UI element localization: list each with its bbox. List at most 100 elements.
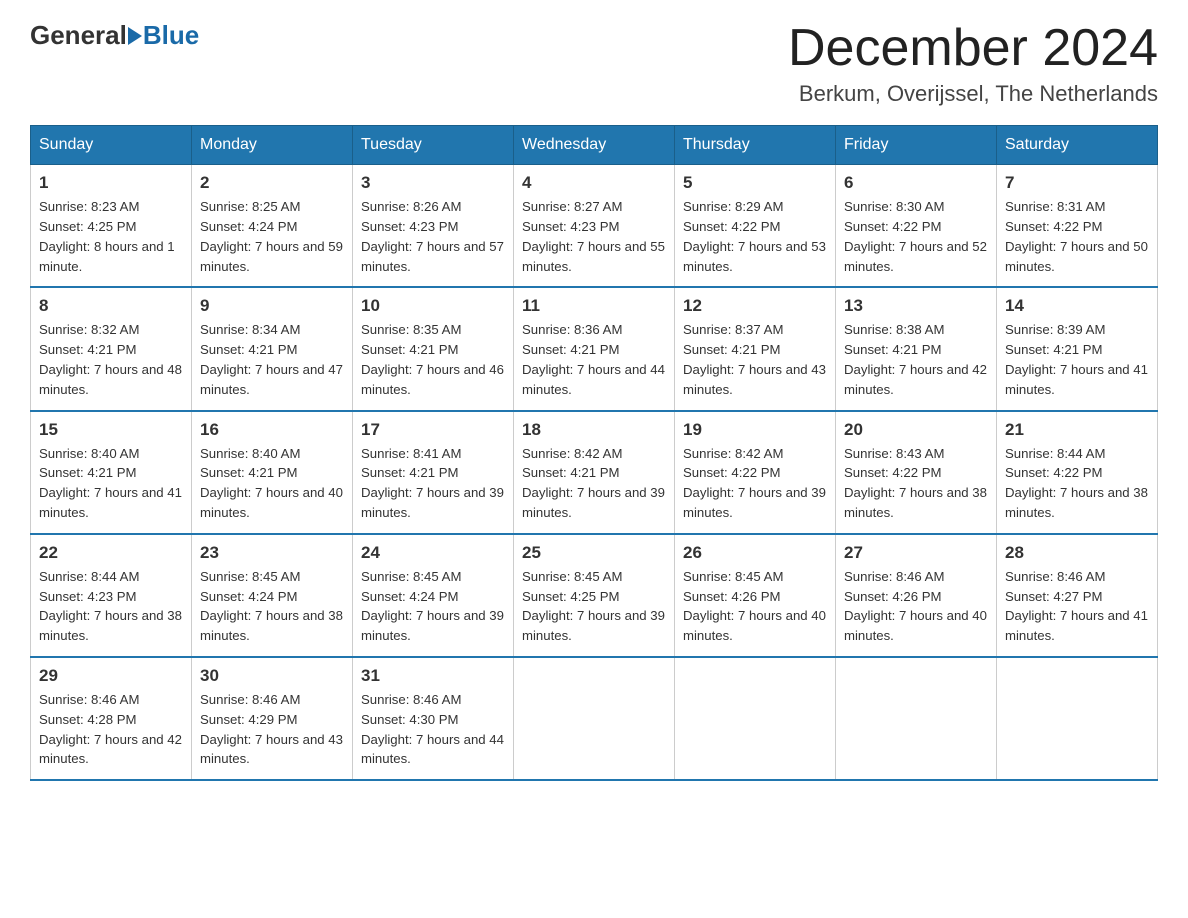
calendar-week-row: 29 Sunrise: 8:46 AMSunset: 4:28 PMDaylig… <box>31 657 1158 780</box>
day-number: 28 <box>1005 543 1149 563</box>
day-detail: Sunrise: 8:41 AMSunset: 4:21 PMDaylight:… <box>361 446 504 520</box>
day-number: 22 <box>39 543 183 563</box>
calendar-cell <box>675 657 836 780</box>
month-title: December 2024 <box>788 20 1158 77</box>
day-number: 8 <box>39 296 183 316</box>
day-detail: Sunrise: 8:45 AMSunset: 4:26 PMDaylight:… <box>683 569 826 643</box>
calendar-cell: 27 Sunrise: 8:46 AMSunset: 4:26 PMDaylig… <box>836 534 997 657</box>
day-detail: Sunrise: 8:46 AMSunset: 4:26 PMDaylight:… <box>844 569 987 643</box>
day-number: 5 <box>683 173 827 193</box>
day-detail: Sunrise: 8:45 AMSunset: 4:25 PMDaylight:… <box>522 569 665 643</box>
day-detail: Sunrise: 8:40 AMSunset: 4:21 PMDaylight:… <box>200 446 343 520</box>
calendar-cell: 13 Sunrise: 8:38 AMSunset: 4:21 PMDaylig… <box>836 287 997 410</box>
day-detail: Sunrise: 8:27 AMSunset: 4:23 PMDaylight:… <box>522 199 665 273</box>
page-header: General Blue December 2024 Berkum, Overi… <box>30 20 1158 107</box>
calendar-cell: 22 Sunrise: 8:44 AMSunset: 4:23 PMDaylig… <box>31 534 192 657</box>
day-number: 4 <box>522 173 666 193</box>
day-number: 25 <box>522 543 666 563</box>
calendar-cell: 12 Sunrise: 8:37 AMSunset: 4:21 PMDaylig… <box>675 287 836 410</box>
day-detail: Sunrise: 8:46 AMSunset: 4:30 PMDaylight:… <box>361 692 504 766</box>
day-number: 3 <box>361 173 505 193</box>
column-header-thursday: Thursday <box>675 126 836 165</box>
calendar-week-row: 15 Sunrise: 8:40 AMSunset: 4:21 PMDaylig… <box>31 411 1158 534</box>
day-number: 9 <box>200 296 344 316</box>
calendar-cell: 7 Sunrise: 8:31 AMSunset: 4:22 PMDayligh… <box>997 165 1158 288</box>
column-header-wednesday: Wednesday <box>514 126 675 165</box>
day-detail: Sunrise: 8:42 AMSunset: 4:21 PMDaylight:… <box>522 446 665 520</box>
calendar-cell: 29 Sunrise: 8:46 AMSunset: 4:28 PMDaylig… <box>31 657 192 780</box>
location-subtitle: Berkum, Overijssel, The Netherlands <box>788 81 1158 107</box>
day-detail: Sunrise: 8:30 AMSunset: 4:22 PMDaylight:… <box>844 199 987 273</box>
day-number: 21 <box>1005 420 1149 440</box>
calendar-cell: 23 Sunrise: 8:45 AMSunset: 4:24 PMDaylig… <box>192 534 353 657</box>
day-detail: Sunrise: 8:29 AMSunset: 4:22 PMDaylight:… <box>683 199 826 273</box>
column-header-friday: Friday <box>836 126 997 165</box>
day-detail: Sunrise: 8:45 AMSunset: 4:24 PMDaylight:… <box>200 569 343 643</box>
day-number: 15 <box>39 420 183 440</box>
column-header-sunday: Sunday <box>31 126 192 165</box>
day-detail: Sunrise: 8:34 AMSunset: 4:21 PMDaylight:… <box>200 322 343 396</box>
day-number: 24 <box>361 543 505 563</box>
logo-arrow-icon <box>128 27 142 45</box>
day-number: 29 <box>39 666 183 686</box>
day-detail: Sunrise: 8:36 AMSunset: 4:21 PMDaylight:… <box>522 322 665 396</box>
calendar-cell: 17 Sunrise: 8:41 AMSunset: 4:21 PMDaylig… <box>353 411 514 534</box>
title-block: December 2024 Berkum, Overijssel, The Ne… <box>788 20 1158 107</box>
day-number: 18 <box>522 420 666 440</box>
day-number: 19 <box>683 420 827 440</box>
day-number: 26 <box>683 543 827 563</box>
calendar-cell: 8 Sunrise: 8:32 AMSunset: 4:21 PMDayligh… <box>31 287 192 410</box>
day-detail: Sunrise: 8:39 AMSunset: 4:21 PMDaylight:… <box>1005 322 1148 396</box>
day-number: 16 <box>200 420 344 440</box>
day-number: 20 <box>844 420 988 440</box>
day-number: 30 <box>200 666 344 686</box>
calendar-cell: 3 Sunrise: 8:26 AMSunset: 4:23 PMDayligh… <box>353 165 514 288</box>
calendar-cell <box>997 657 1158 780</box>
calendar-cell: 9 Sunrise: 8:34 AMSunset: 4:21 PMDayligh… <box>192 287 353 410</box>
day-number: 27 <box>844 543 988 563</box>
calendar-cell: 30 Sunrise: 8:46 AMSunset: 4:29 PMDaylig… <box>192 657 353 780</box>
day-detail: Sunrise: 8:38 AMSunset: 4:21 PMDaylight:… <box>844 322 987 396</box>
day-detail: Sunrise: 8:37 AMSunset: 4:21 PMDaylight:… <box>683 322 826 396</box>
calendar-week-row: 1 Sunrise: 8:23 AMSunset: 4:25 PMDayligh… <box>31 165 1158 288</box>
day-detail: Sunrise: 8:42 AMSunset: 4:22 PMDaylight:… <box>683 446 826 520</box>
day-number: 14 <box>1005 296 1149 316</box>
day-number: 17 <box>361 420 505 440</box>
calendar-cell: 14 Sunrise: 8:39 AMSunset: 4:21 PMDaylig… <box>997 287 1158 410</box>
calendar-cell: 1 Sunrise: 8:23 AMSunset: 4:25 PMDayligh… <box>31 165 192 288</box>
calendar-cell: 31 Sunrise: 8:46 AMSunset: 4:30 PMDaylig… <box>353 657 514 780</box>
day-number: 1 <box>39 173 183 193</box>
day-number: 10 <box>361 296 505 316</box>
calendar-cell: 4 Sunrise: 8:27 AMSunset: 4:23 PMDayligh… <box>514 165 675 288</box>
calendar-cell: 24 Sunrise: 8:45 AMSunset: 4:24 PMDaylig… <box>353 534 514 657</box>
day-detail: Sunrise: 8:44 AMSunset: 4:23 PMDaylight:… <box>39 569 182 643</box>
day-detail: Sunrise: 8:32 AMSunset: 4:21 PMDaylight:… <box>39 322 182 396</box>
calendar-cell: 15 Sunrise: 8:40 AMSunset: 4:21 PMDaylig… <box>31 411 192 534</box>
day-detail: Sunrise: 8:40 AMSunset: 4:21 PMDaylight:… <box>39 446 182 520</box>
calendar-cell: 10 Sunrise: 8:35 AMSunset: 4:21 PMDaylig… <box>353 287 514 410</box>
day-detail: Sunrise: 8:44 AMSunset: 4:22 PMDaylight:… <box>1005 446 1148 520</box>
calendar-table: SundayMondayTuesdayWednesdayThursdayFrid… <box>30 125 1158 781</box>
calendar-cell: 16 Sunrise: 8:40 AMSunset: 4:21 PMDaylig… <box>192 411 353 534</box>
calendar-cell: 18 Sunrise: 8:42 AMSunset: 4:21 PMDaylig… <box>514 411 675 534</box>
day-number: 6 <box>844 173 988 193</box>
calendar-cell: 19 Sunrise: 8:42 AMSunset: 4:22 PMDaylig… <box>675 411 836 534</box>
day-number: 12 <box>683 296 827 316</box>
column-header-monday: Monday <box>192 126 353 165</box>
day-detail: Sunrise: 8:46 AMSunset: 4:27 PMDaylight:… <box>1005 569 1148 643</box>
column-header-tuesday: Tuesday <box>353 126 514 165</box>
day-detail: Sunrise: 8:43 AMSunset: 4:22 PMDaylight:… <box>844 446 987 520</box>
day-detail: Sunrise: 8:25 AMSunset: 4:24 PMDaylight:… <box>200 199 343 273</box>
calendar-header-row: SundayMondayTuesdayWednesdayThursdayFrid… <box>31 126 1158 165</box>
calendar-cell: 6 Sunrise: 8:30 AMSunset: 4:22 PMDayligh… <box>836 165 997 288</box>
day-number: 11 <box>522 296 666 316</box>
calendar-week-row: 8 Sunrise: 8:32 AMSunset: 4:21 PMDayligh… <box>31 287 1158 410</box>
day-detail: Sunrise: 8:23 AMSunset: 4:25 PMDaylight:… <box>39 199 175 273</box>
day-detail: Sunrise: 8:45 AMSunset: 4:24 PMDaylight:… <box>361 569 504 643</box>
day-number: 23 <box>200 543 344 563</box>
calendar-cell <box>514 657 675 780</box>
calendar-cell: 28 Sunrise: 8:46 AMSunset: 4:27 PMDaylig… <box>997 534 1158 657</box>
day-detail: Sunrise: 8:46 AMSunset: 4:28 PMDaylight:… <box>39 692 182 766</box>
calendar-cell: 11 Sunrise: 8:36 AMSunset: 4:21 PMDaylig… <box>514 287 675 410</box>
logo: General Blue <box>30 20 199 51</box>
